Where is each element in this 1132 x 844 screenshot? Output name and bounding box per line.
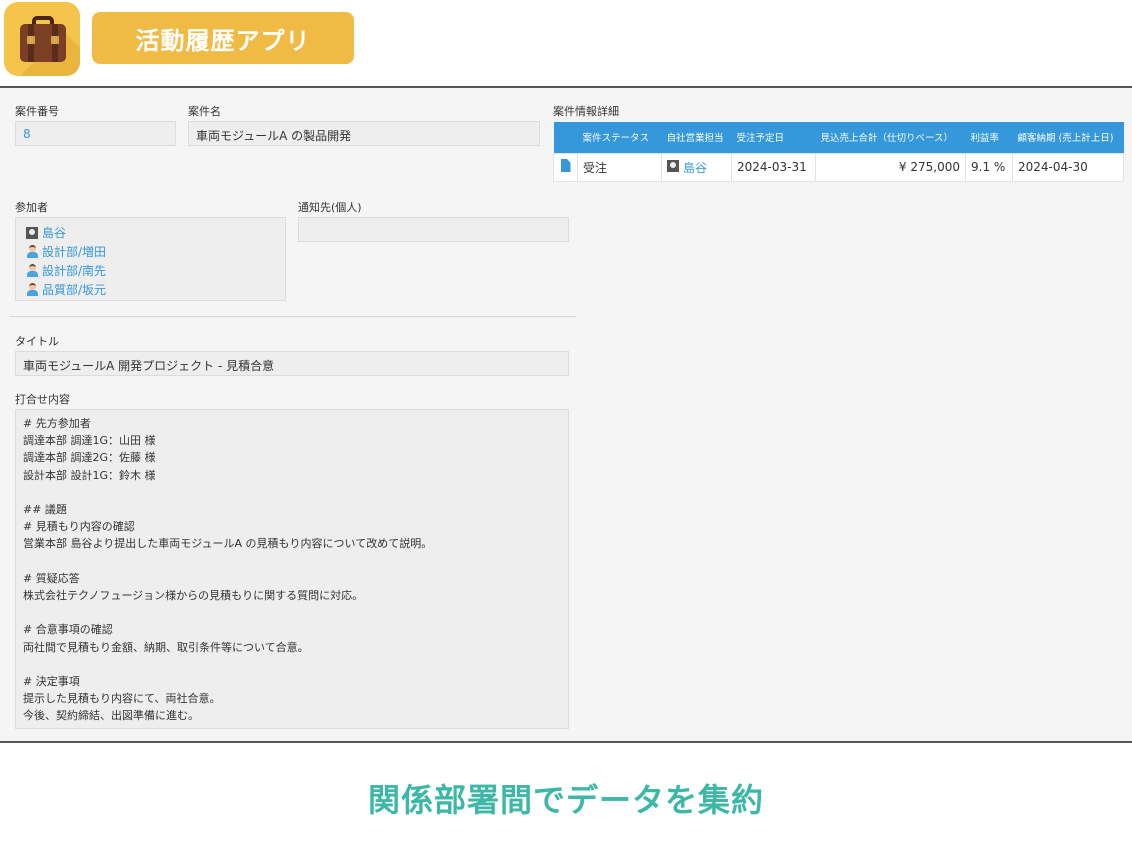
margin-cell: 9.1 % (965, 152, 1013, 182)
participant-item[interactable]: 品質部/坂元 (26, 280, 275, 299)
memo-label: 打合せ内容 (15, 393, 70, 406)
app-title: 活動履歴アプリ (92, 12, 354, 64)
participant-name[interactable]: 島谷 (42, 224, 66, 241)
column-header: 案件ステータス (577, 122, 662, 153)
column-header: 受注予定日 (731, 122, 816, 153)
order-date-cell: 2024-03-31 (731, 152, 816, 182)
column-header (553, 122, 578, 153)
participant-item[interactable]: 設計部/南先 (26, 261, 275, 280)
column-header: 利益率 (965, 122, 1013, 153)
title-field[interactable]: 車両モジュールA 開発プロジェクト - 見積合意 (15, 351, 569, 376)
person-icon (26, 264, 38, 277)
document-icon[interactable] (560, 159, 571, 172)
case-name-label: 案件名 (188, 105, 221, 118)
participants-label: 参加者 (15, 201, 48, 214)
rep-cell: 島谷 (661, 152, 732, 182)
participant-name[interactable]: 設計部/南先 (42, 262, 106, 279)
table-header-row: 案件ステータス 自社営業担当 受注予定日 見込売上合計（仕切りベース） 利益率 … (553, 122, 1124, 153)
section-divider (10, 316, 576, 317)
case-number-label: 案件番号 (15, 105, 59, 118)
detail-table: 案件ステータス 自社営業担当 受注予定日 見込売上合計（仕切りベース） 利益率 … (553, 122, 1124, 182)
sales-cell: ¥ 275,000 (815, 152, 966, 182)
rep-link[interactable]: 島谷 (683, 161, 707, 175)
person-icon (26, 283, 38, 296)
caption-text: 関係部署間でデータを集約 (367, 781, 764, 819)
participant-item[interactable]: 設計部/増田 (26, 242, 275, 261)
notify-field[interactable] (298, 217, 569, 242)
table-row: 受注 島谷 2024-03-31 ¥ 275,000 9.1 % 2024-04… (553, 152, 1124, 182)
notify-label: 通知先(個人) (298, 201, 362, 214)
case-name-field[interactable]: 車両モジュールA の製品開発 (188, 121, 540, 146)
app-icon (4, 2, 80, 76)
participant-item[interactable]: 島谷 (26, 223, 275, 242)
title-label: タイトル (15, 335, 59, 348)
participant-name[interactable]: 品質部/坂元 (42, 281, 106, 298)
column-header: 見込売上合計（仕切りベース） (815, 122, 966, 153)
user-square-icon (26, 226, 38, 239)
status-cell: 受注 (577, 152, 662, 182)
memo-field[interactable]: # 先方参加者 調達本部 調達1G：山田 様 調達本部 調達2G：佐藤 様 設計… (15, 409, 569, 729)
delivery-cell: 2024-04-30 (1012, 152, 1124, 182)
participant-name[interactable]: 設計部/増田 (42, 243, 106, 260)
user-square-icon (667, 159, 679, 172)
participants-field: 島谷 設計部/増田 設計部/南先 品質部/坂元 (15, 217, 286, 301)
column-header: 自社営業担当 (661, 122, 732, 153)
detail-label: 案件情報詳細 (553, 105, 619, 118)
case-number-field[interactable]: 8 (15, 121, 176, 146)
person-icon (26, 245, 38, 258)
column-header: 顧客納期 (売上計上日) (1012, 122, 1124, 153)
